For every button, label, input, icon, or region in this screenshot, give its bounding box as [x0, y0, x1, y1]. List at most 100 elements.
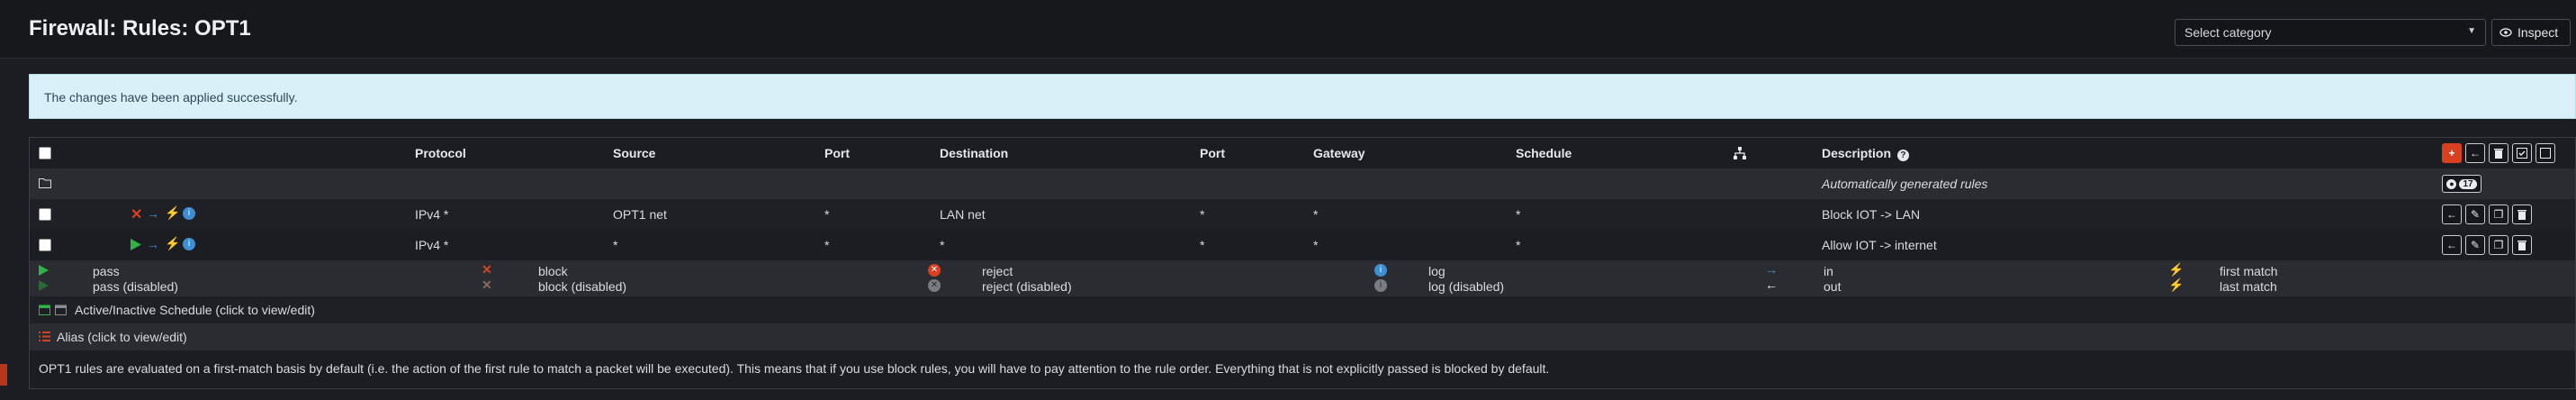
trash-icon	[2517, 241, 2526, 250]
schedule-legend-label: Active/Inactive Schedule (click to view/…	[75, 303, 315, 317]
legend-in: in	[1824, 264, 1833, 278]
pass-icon	[39, 265, 49, 276]
alert-message: The changes have been applied successful…	[44, 90, 298, 105]
in-arrow-icon: →	[147, 206, 159, 221]
move-rule-button[interactable]: ←	[2442, 235, 2462, 255]
copy-rule-button[interactable]: ❐	[2489, 235, 2508, 255]
legend-log-disabled: log (disabled)	[1428, 279, 1505, 294]
row-destination: LAN net	[940, 207, 986, 222]
log-disabled-icon: i	[1374, 279, 1387, 292]
enable-selected-button[interactable]	[2512, 143, 2532, 163]
out-arrow-icon: ←	[1765, 277, 1778, 292]
sidebar-edge	[0, 364, 7, 386]
row-source: OPT1 net	[613, 207, 667, 222]
eye-icon	[2499, 28, 2512, 37]
legend-first-match: first match	[2220, 264, 2278, 278]
row-gateway: *	[1313, 238, 1319, 252]
header-dest-port: Port	[1200, 146, 1225, 160]
block-icon: ✕	[482, 262, 492, 277]
calendar-icon	[39, 305, 50, 315]
delete-rule-button[interactable]	[2512, 235, 2532, 255]
add-rule-top-button[interactable]: +	[2442, 143, 2462, 163]
page-title: Firewall: Rules: OPT1	[29, 16, 251, 41]
move-selected-button[interactable]: ←	[2465, 143, 2485, 163]
header-destination: Destination	[940, 146, 1009, 160]
row-protocol: IPv4 *	[415, 238, 449, 252]
lightning-icon: ⚡	[165, 205, 181, 220]
header-description-label: Description	[1822, 146, 1892, 160]
row-port: *	[824, 238, 830, 252]
help-icon[interactable]: ?	[1896, 150, 1909, 161]
legend-pass-disabled: pass (disabled)	[93, 279, 178, 294]
row-checkbox[interactable]	[39, 239, 51, 251]
edit-rule-button[interactable]: ✎	[2465, 205, 2485, 224]
delete-rule-button[interactable]	[2512, 205, 2532, 224]
lightning-disabled-icon: ⚡	[2168, 277, 2184, 292]
rule-order-note-text: OPT1 rules are evaluated on a first-matc…	[39, 361, 1550, 376]
info-icon[interactable]: i	[183, 238, 195, 250]
alias-legend[interactable]: Alias (click to view/edit)	[30, 323, 2575, 350]
auto-rules-count: 17	[2459, 178, 2477, 189]
table-row[interactable]: → ⚡ i IPv4 * * * * * * * Allow IOT -> in…	[30, 230, 2575, 260]
legend-log: log	[1428, 264, 1446, 278]
edit-rule-button[interactable]: ✎	[2465, 235, 2485, 255]
rules-panel: Protocol Source Port Destination Port Ga…	[29, 137, 2576, 389]
eye-icon: ●	[2446, 178, 2457, 189]
in-arrow-icon: →	[147, 237, 159, 251]
square-icon	[2540, 148, 2551, 159]
row-source: *	[613, 238, 618, 252]
copy-rule-button[interactable]: ❐	[2489, 205, 2508, 224]
row-checkbox[interactable]	[39, 208, 51, 221]
log-icon: i	[1374, 264, 1387, 277]
move-rule-button[interactable]: ←	[2442, 205, 2462, 224]
row-description: Allow IOT -> internet	[1822, 238, 1937, 252]
trash-icon	[2517, 210, 2526, 220]
inspect-label: Inspect	[2517, 25, 2559, 40]
header-description: Description ?	[1822, 146, 1909, 161]
table-row[interactable]: ✕ → ⚡ i IPv4 * OPT1 net * LAN net * * * …	[30, 199, 2575, 230]
delete-selected-button[interactable]	[2489, 143, 2508, 163]
schedule-legend[interactable]: Active/Inactive Schedule (click to view/…	[30, 296, 2575, 323]
row-schedule: *	[1516, 207, 1521, 222]
row-port: *	[824, 207, 830, 222]
legend-block-disabled: block (disabled)	[538, 279, 627, 294]
legend-pass: pass	[93, 264, 120, 278]
auto-rules-toggle[interactable]: ● 17	[2442, 175, 2481, 193]
row-schedule: *	[1516, 238, 1521, 252]
list-icon	[39, 332, 50, 341]
header-gateway: Gateway	[1313, 146, 1365, 160]
lightning-icon: ⚡	[2168, 262, 2184, 277]
row-dest-port: *	[1200, 207, 1205, 222]
lightning-icon: ⚡	[165, 236, 181, 250]
success-alert: The changes have been applied successful…	[29, 74, 2576, 119]
row-dest-port: *	[1200, 238, 1205, 252]
auto-rules-label: Automatically generated rules	[1822, 177, 1988, 191]
trash-icon	[2494, 149, 2503, 159]
row-destination: *	[940, 238, 945, 252]
top-bar: Firewall: Rules: OPT1 Select category ▼ …	[0, 0, 2576, 59]
category-select[interactable]: Select category ▼	[2175, 19, 2486, 46]
folder-icon	[39, 178, 51, 188]
block-disabled-icon: ✕	[482, 277, 492, 292]
sitemap-icon	[1734, 147, 1746, 159]
reject-disabled-icon: ✕	[928, 279, 941, 292]
check-square-icon	[2517, 148, 2527, 159]
row-description: Block IOT -> LAN	[1822, 207, 1921, 222]
pass-icon	[131, 239, 141, 250]
legend-last-match: last match	[2220, 279, 2277, 294]
header-port: Port	[824, 146, 850, 160]
select-all-checkbox[interactable]	[39, 147, 51, 159]
header-source: Source	[613, 146, 656, 160]
table-header: Protocol Source Port Destination Port Ga…	[30, 138, 2575, 168]
inspect-button[interactable]: Inspect	[2491, 19, 2571, 46]
alias-legend-label: Alias (click to view/edit)	[57, 330, 187, 344]
disable-selected-button[interactable]	[2535, 143, 2555, 163]
info-icon[interactable]: i	[183, 207, 195, 220]
legend-reject-disabled: reject (disabled)	[982, 279, 1072, 294]
legend: pass pass (disabled) ✕ block ✕ block (di…	[30, 260, 2575, 296]
legend-out: out	[1824, 279, 1842, 294]
header-protocol: Protocol	[415, 146, 466, 160]
in-arrow-icon: →	[1765, 262, 1778, 277]
legend-block: block	[538, 264, 568, 278]
auto-rules-row[interactable]: Automatically generated rules ● 17	[30, 168, 2575, 199]
